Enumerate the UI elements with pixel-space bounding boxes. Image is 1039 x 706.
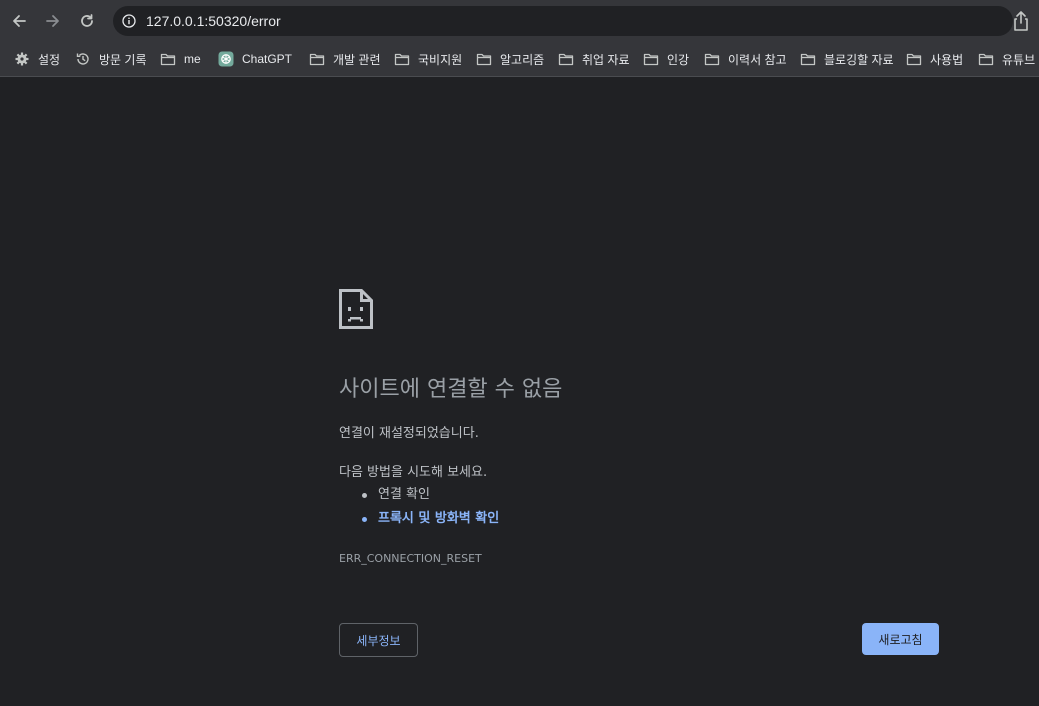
browser-toolbar: 127.0.0.1:50320/error — [0, 0, 1039, 42]
info-icon[interactable] — [122, 13, 136, 28]
bookmark-label: 유튜브 — [1002, 52, 1036, 67]
bookmark-label: 알고리즘 — [500, 52, 545, 67]
suggestions-heading: 다음 방법을 시도해 보세요. — [339, 465, 488, 480]
error-code: ERR_CONNECTION_RESET — [339, 552, 482, 565]
bookmarks-bar: 설정 방문 기록 me ChatGPT 개발 관련 국비지원 알고리즘 취업 자… — [0, 42, 1039, 77]
bullet-icon — [362, 493, 367, 498]
bookmark-label: 사용법 — [930, 52, 964, 67]
folder-icon — [309, 51, 325, 67]
bookmark-folder-gov[interactable]: 국비지원 — [394, 50, 462, 68]
folder-icon — [800, 51, 816, 67]
suggestion-label: 연결 확인 — [378, 487, 430, 502]
forward-arrow-icon[interactable] — [41, 9, 65, 33]
bookmark-history[interactable]: 방문 기록 — [75, 50, 147, 68]
bookmark-chatgpt[interactable]: ChatGPT — [218, 50, 292, 68]
bookmark-folder-dev[interactable]: 개발 관련 — [309, 50, 381, 68]
error-description: 연결이 재설정되었습니다. — [339, 426, 479, 441]
bookmark-folder-me[interactable]: me — [160, 50, 201, 68]
bookmark-folder-resume[interactable]: 이력서 참고 — [704, 50, 787, 68]
suggestion-check-proxy-firewall[interactable]: 프록시 및 방화벽 확인 — [339, 510, 499, 534]
url-text[interactable]: 127.0.0.1:50320/error — [146, 13, 281, 29]
suggestion-check-connection: 연결 확인 — [339, 486, 499, 510]
bookmark-label: 방문 기록 — [99, 52, 147, 67]
folder-icon — [704, 51, 720, 67]
bookmark-label: 이력서 참고 — [728, 52, 787, 67]
details-button[interactable]: 세부정보 — [339, 623, 418, 657]
address-bar[interactable]: 127.0.0.1:50320/error — [113, 6, 1013, 36]
error-page: 사이트에 연결할 수 없음 연결이 재설정되었습니다. 다음 방법을 시도해 보… — [0, 77, 1039, 706]
reload-button[interactable]: 새로고침 — [862, 623, 939, 655]
folder-icon — [558, 51, 574, 67]
bookmark-label: 인강 — [667, 52, 690, 67]
suggestions-list: 연결 확인 프록시 및 방화벽 확인 — [339, 486, 499, 534]
bookmark-folder-algo[interactable]: 알고리즘 — [476, 50, 544, 68]
folder-icon — [906, 51, 922, 67]
sad-page-icon — [339, 289, 373, 329]
bookmark-folder-blog[interactable]: 블로깅할 자료 — [800, 50, 894, 68]
back-arrow-icon[interactable] — [7, 9, 31, 33]
bookmark-label: 설정 — [38, 52, 61, 67]
bookmark-label: 국비지원 — [418, 52, 463, 67]
bullet-icon — [362, 517, 367, 522]
bookmark-label: 블로깅할 자료 — [824, 52, 894, 67]
folder-icon — [643, 51, 659, 67]
history-icon — [75, 51, 91, 67]
bookmark-settings[interactable]: 설정 — [14, 50, 60, 68]
suggestion-link[interactable]: 프록시 및 방화벽 확인 — [378, 511, 499, 526]
bookmark-label: 개발 관련 — [333, 52, 381, 67]
reload-icon[interactable] — [75, 9, 99, 33]
folder-icon — [978, 51, 994, 67]
folder-icon — [160, 51, 176, 67]
bookmark-folder-youtube[interactable]: 유튜브 — [978, 50, 1035, 68]
bookmark-label: 취업 자료 — [582, 52, 630, 67]
share-icon[interactable] — [1011, 10, 1031, 32]
folder-icon — [394, 51, 410, 67]
bookmark-folder-job[interactable]: 취업 자료 — [558, 50, 630, 68]
chatgpt-icon — [218, 51, 234, 67]
folder-icon — [476, 51, 492, 67]
bookmark-label: me — [184, 52, 201, 66]
bookmark-label: ChatGPT — [242, 52, 293, 66]
error-title: 사이트에 연결할 수 없음 — [339, 377, 563, 402]
bookmark-folder-howto[interactable]: 사용법 — [906, 50, 963, 68]
gear-icon — [14, 51, 30, 67]
bookmark-folder-lecture[interactable]: 인강 — [643, 50, 689, 68]
